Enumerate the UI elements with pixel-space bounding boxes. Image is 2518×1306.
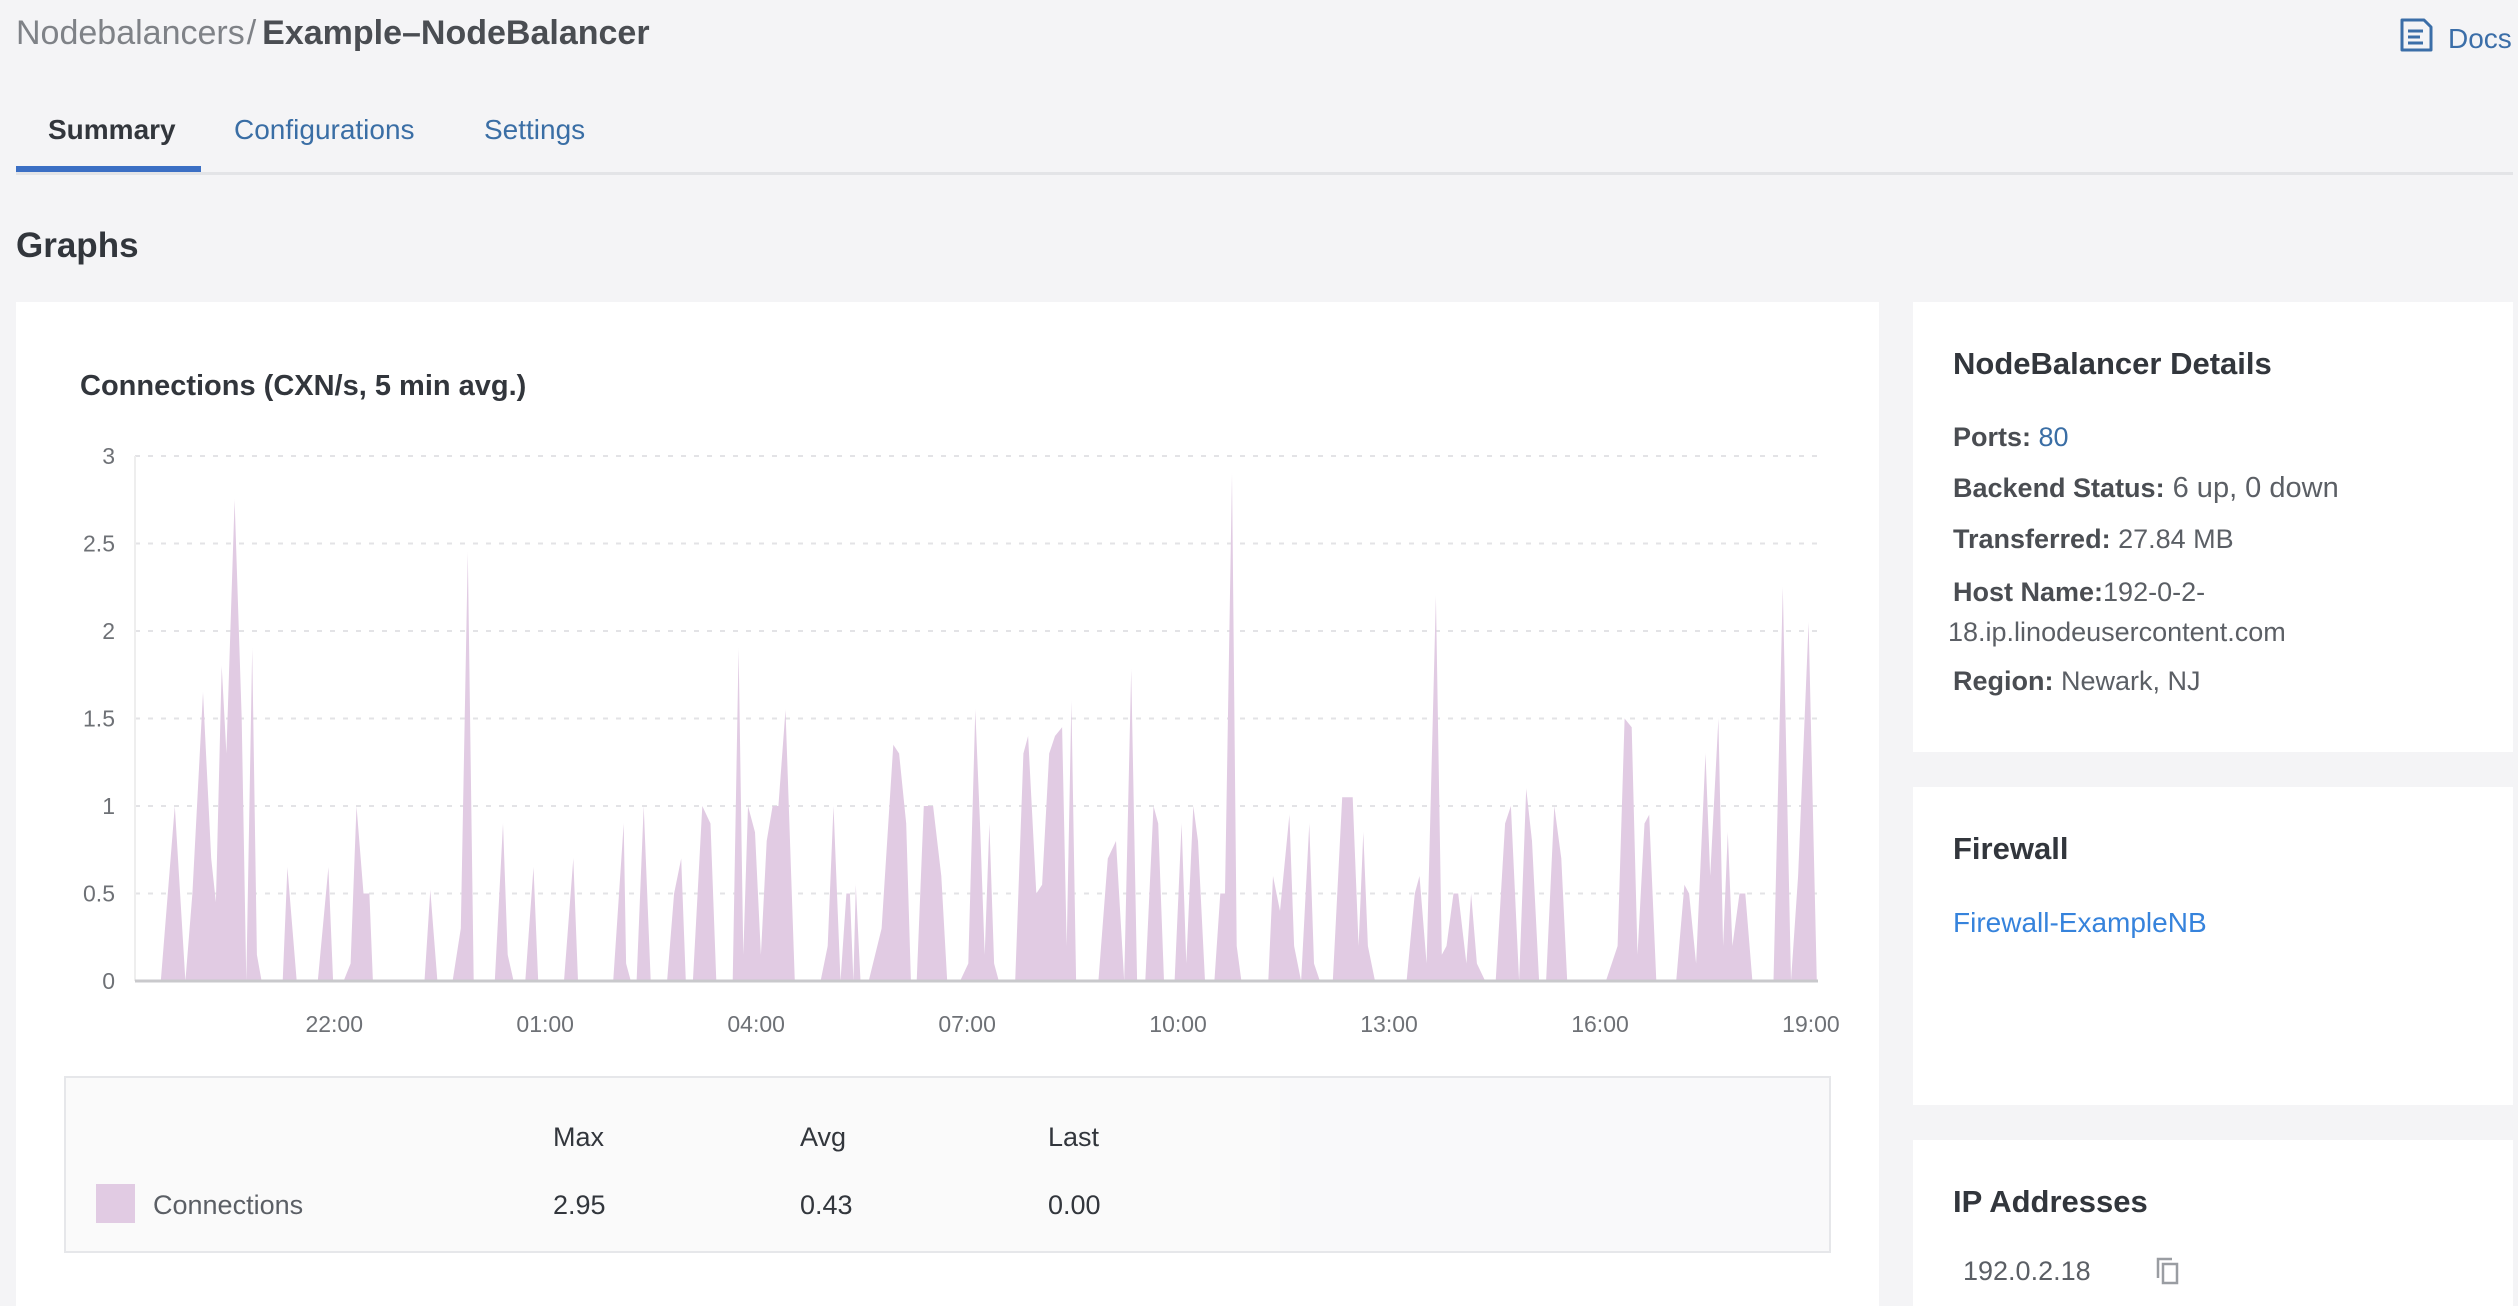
docs-icon [2398,17,2434,60]
legend-header-max: Max [553,1122,605,1152]
chart-title: Connections (CXN/s, 5 min avg.) [80,370,527,402]
legend-series-name[interactable]: Connections [153,1190,303,1221]
ports-link[interactable]: 80 [2039,422,2069,452]
tab-bar: Summary Configurations Settings [16,106,2513,175]
y-tick-label: 2 [102,618,115,644]
connections-area [160,473,1817,981]
host-name-value-line2: 18.ip.linodeusercontent.com [1948,617,2286,647]
legend-table-body [66,1078,1280,1251]
legend-avg-value: 0.43 [800,1190,853,1220]
legend-last-value: 0.00 [1048,1190,1101,1220]
x-tick-label: 22:00 [305,1011,363,1037]
breadcrumb: Nodebalancers/Example–NodeBalancer [16,14,650,53]
ip-addresses-panel: IP Addresses 192.0.2.18 [1913,1140,2513,1306]
section-title: Graphs [16,226,139,265]
tab-summary[interactable]: Summary [48,114,176,146]
legend-header-last: Last [1048,1122,1100,1152]
y-tick-label: 3 [102,443,115,469]
y-tick-label: 2.5 [83,531,115,557]
firewall-panel: Firewall Firewall-ExampleNB [1913,787,2513,1105]
backend-status-value: 6 up, 0 down [2172,472,2339,504]
firewall-title: Firewall [1953,831,2069,866]
host-name-value-line1: 192-0-2- [2103,577,2206,607]
y-tick-label: 1.5 [83,706,115,732]
docs-link[interactable]: Docs [2398,17,2512,60]
page-title: Example–NodeBalancer [262,14,650,52]
firewall-link[interactable]: Firewall-ExampleNB [1953,907,2207,939]
x-tick-label: 19:00 [1782,1011,1840,1037]
ports-label: Ports: [1953,422,2032,452]
ip-addresses-title: IP Addresses [1953,1184,2148,1219]
copy-icon[interactable] [2155,1256,2181,1291]
legend-header-avg: Avg [800,1122,847,1152]
legend-max-value: 2.95 [553,1190,606,1220]
host-name-label: Host Name: [1953,577,2104,607]
tab-configurations[interactable]: Configurations [234,114,415,146]
chart-legend-table: Max Avg Last Connections 2.95 0.43 0.00 [64,1076,1831,1253]
tab-settings[interactable]: Settings [484,114,585,146]
x-tick-label: 01:00 [516,1011,574,1037]
x-tick-label: 04:00 [727,1011,785,1037]
nodebalancer-details-panel: NodeBalancer Details Ports: 80 Backend S… [1913,302,2513,752]
transferred-label: Transferred: [1953,524,2111,554]
ip-address: 192.0.2.18 [1963,1256,2091,1286]
breadcrumb-parent-link[interactable]: Nodebalancers [16,14,245,52]
y-tick-label: 1 [102,793,115,819]
backend-status-label: Backend Status: [1953,473,2165,503]
x-tick-label: 13:00 [1360,1011,1418,1037]
active-tab-indicator [16,166,201,172]
region-value: Newark, NJ [2061,666,2201,696]
docs-label: Docs [2448,22,2512,54]
breadcrumb-separator: / [246,14,257,52]
transferred-value: 27.84 MB [2118,524,2234,554]
x-tick-label: 16:00 [1571,1011,1629,1037]
legend-swatch-connections[interactable] [96,1184,135,1223]
connections-chart: 0 0.5 1 1.5 2 2.5 3 22:00 01:00 04:00 07:00 10:00 13… [83,443,1840,1037]
region-label: Region: [1953,666,2054,696]
x-tick-label: 07:00 [938,1011,996,1037]
x-tick-label: 10:00 [1149,1011,1207,1037]
y-tick-label: 0.5 [83,881,115,907]
details-title: NodeBalancer Details [1953,346,2272,381]
y-tick-label: 0 [102,968,115,994]
